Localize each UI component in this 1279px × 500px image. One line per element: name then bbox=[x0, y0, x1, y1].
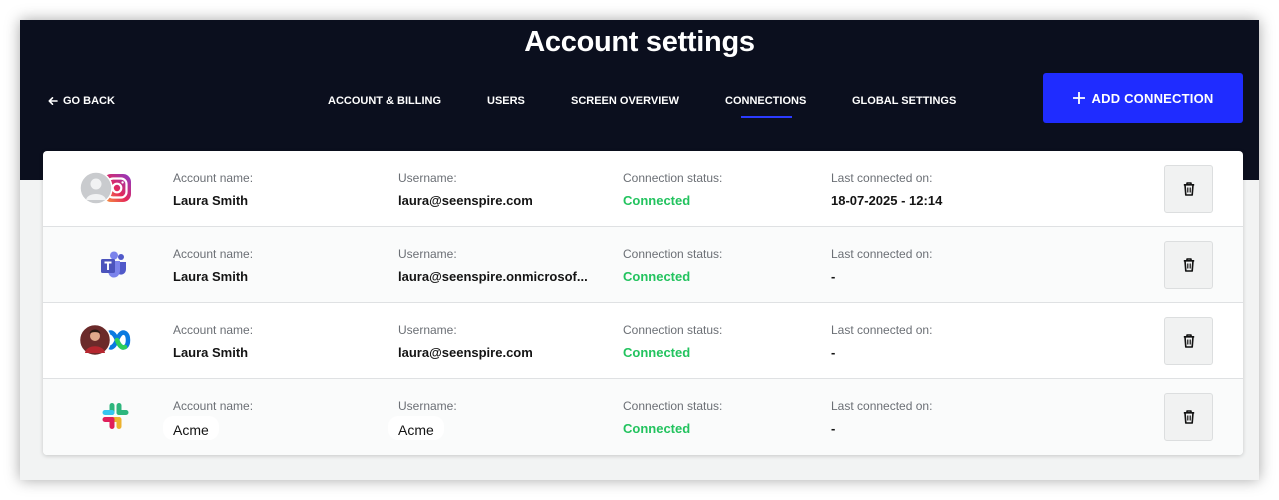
settings-window: Account settings GO BACK ACCOUNT & BILLI… bbox=[20, 20, 1259, 480]
connection-status-value: Connected bbox=[623, 345, 691, 360]
connection-status-label: Connection status: bbox=[623, 323, 723, 337]
connection-row: Account name: Laura Smith Username: laur… bbox=[43, 227, 1243, 303]
last-connected-value: - bbox=[831, 269, 836, 284]
delete-connection-button[interactable] bbox=[1164, 393, 1213, 441]
last-connected-value: - bbox=[831, 345, 836, 360]
page-title: Account settings bbox=[524, 26, 755, 58]
tab-screen-overview[interactable]: SCREEN OVERVIEW bbox=[571, 95, 679, 107]
connection-row: Account name: Laura Smith Username: laur… bbox=[43, 151, 1243, 227]
add-connection-label: ADD CONNECTION bbox=[1091, 90, 1214, 106]
go-back-link[interactable]: GO BACK bbox=[48, 95, 115, 107]
account-name-label: Account name: bbox=[173, 323, 254, 337]
connection-status-label: Connection status: bbox=[623, 171, 723, 185]
last-connected-label: Last connected on: bbox=[831, 247, 933, 261]
username-value: laura@seenspire.com bbox=[398, 345, 533, 360]
last-connected-label: Last connected on: bbox=[831, 323, 933, 337]
account-name-label: Account name: bbox=[173, 399, 254, 413]
last-connected-value: 18-07-2025 - 12:14 bbox=[831, 193, 943, 208]
add-connection-button[interactable]: ADD CONNECTION bbox=[1043, 73, 1243, 123]
trash-icon bbox=[1183, 258, 1194, 272]
webex-icon bbox=[78, 323, 135, 357]
tab-global-settings[interactable]: GLOBAL SETTINGS bbox=[852, 95, 956, 107]
active-tab-indicator bbox=[741, 116, 792, 118]
tab-connections[interactable]: CONNECTIONS bbox=[725, 95, 806, 107]
username-value: Acme bbox=[388, 416, 444, 440]
account-name-value: Laura Smith bbox=[173, 193, 249, 208]
last-connected-value: - bbox=[831, 421, 836, 436]
username-label: Username: bbox=[398, 399, 457, 413]
username-label: Username: bbox=[398, 171, 457, 185]
connection-status-value: Connected bbox=[623, 269, 691, 284]
account-name-label: Account name: bbox=[173, 171, 254, 185]
account-name-label: Account name: bbox=[173, 247, 254, 261]
trash-icon bbox=[1183, 334, 1194, 348]
username-label: Username: bbox=[398, 323, 457, 337]
instagram-icon bbox=[79, 171, 135, 205]
last-connected-label: Last connected on: bbox=[831, 399, 933, 413]
connection-row: Account name: Laura Smith Username: laur… bbox=[43, 303, 1243, 379]
arrow-left-icon bbox=[48, 97, 58, 105]
connection-row: Account name: Acme Username: Acme Connec… bbox=[43, 379, 1243, 455]
plus-icon bbox=[1072, 92, 1085, 104]
delete-connection-button[interactable] bbox=[1164, 241, 1213, 289]
username-value: laura@seenspire.com bbox=[398, 193, 533, 208]
trash-icon bbox=[1183, 182, 1194, 196]
trash-icon bbox=[1183, 410, 1194, 424]
connection-status-label: Connection status: bbox=[623, 399, 723, 413]
slack-icon bbox=[79, 399, 135, 433]
connection-status-value: Connected bbox=[623, 193, 691, 208]
account-name-value: Laura Smith bbox=[173, 345, 249, 360]
microsoft-teams-icon bbox=[79, 247, 135, 281]
delete-connection-button[interactable] bbox=[1164, 317, 1213, 365]
tab-account-billing[interactable]: ACCOUNT & BILLING bbox=[328, 95, 441, 107]
account-name-value: Acme bbox=[163, 416, 219, 440]
connections-list: Account name: Laura Smith Username: laur… bbox=[43, 151, 1243, 455]
delete-connection-button[interactable] bbox=[1164, 165, 1213, 213]
connection-status-value: Connected bbox=[623, 421, 691, 436]
account-name-value: Laura Smith bbox=[173, 269, 249, 284]
username-value: laura@seenspire.onmicrosof... bbox=[398, 269, 588, 284]
go-back-label: GO BACK bbox=[63, 95, 115, 107]
tab-users[interactable]: USERS bbox=[487, 95, 525, 107]
connection-status-label: Connection status: bbox=[623, 247, 723, 261]
username-label: Username: bbox=[398, 247, 457, 261]
last-connected-label: Last connected on: bbox=[831, 171, 933, 185]
